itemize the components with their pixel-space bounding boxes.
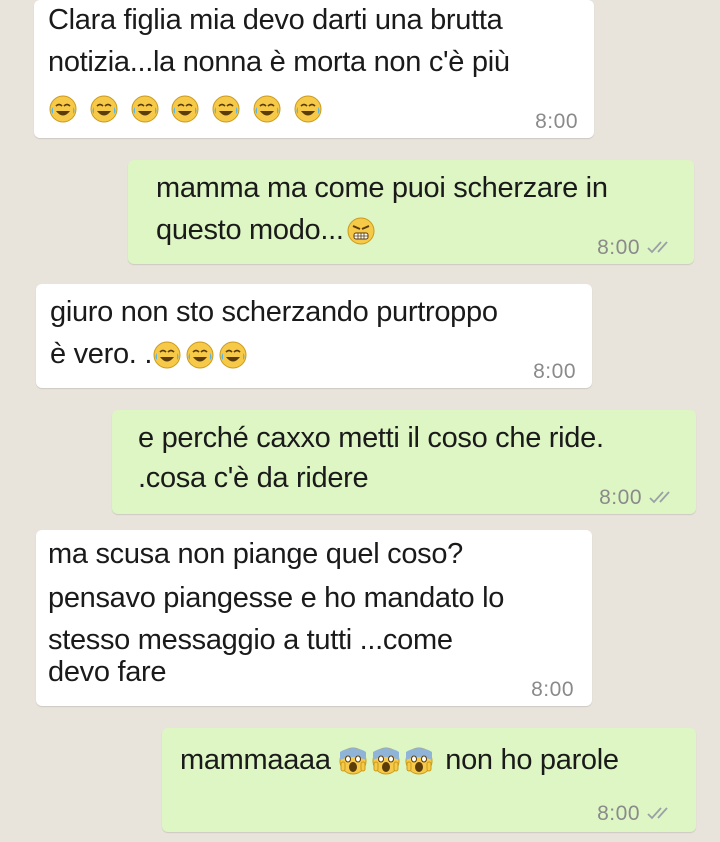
laughing-tears-emoji [185, 340, 215, 370]
laughing-tears-emoji [89, 94, 119, 124]
message-text-line: mamma ma come puoi scherzare in [156, 172, 608, 204]
message-time: 8:00 [597, 236, 640, 259]
message-text-line: devo fare [48, 656, 167, 688]
message-text-line: è vero. . [50, 336, 251, 372]
message-timestamp: 8:00 [535, 110, 578, 133]
screaming-emoji [404, 746, 434, 776]
message-text-line: mammaaaa non ho parole [180, 742, 619, 778]
incoming-message[interactable]: Clara figlia mia devo darti una brutta n… [34, 0, 594, 138]
chat-area: Clara figlia mia devo darti una brutta n… [0, 0, 720, 842]
outgoing-message[interactable]: mamma ma come puoi scherzare in questo m… [128, 160, 694, 264]
double-check-icon [648, 480, 678, 516]
laughing-tears-emoji [130, 94, 160, 124]
double-check-icon [646, 796, 676, 832]
incoming-message[interactable]: giuro non sto scherzando purtroppo è ver… [36, 284, 592, 388]
message-text-line: Clara figlia mia devo darti una brutta [48, 4, 503, 36]
message-text: mammaaaa [180, 744, 331, 776]
outgoing-message[interactable]: e perché caxxo metti il coso che ride. .… [112, 410, 696, 514]
angry-emoji [346, 216, 376, 246]
message-text-line: giuro non sto scherzando purtroppo [50, 296, 498, 328]
laughing-tears-emoji [152, 340, 182, 370]
message-time: 8:00 [597, 802, 640, 825]
laughing-tears-emoji [252, 94, 282, 124]
outgoing-message[interactable]: mammaaaa non ho parole 8:00 [162, 728, 696, 832]
laughing-tears-emoji [211, 94, 241, 124]
message-text-line: questo modo... [156, 212, 379, 248]
double-check-icon [646, 230, 676, 266]
message-timestamp: 8:00 [531, 678, 574, 701]
message-text-line: ma scusa non piange quel coso? [48, 538, 464, 570]
screaming-emoji [371, 746, 401, 776]
laughing-tears-emoji [218, 340, 248, 370]
message-timestamp: 8:00 [599, 480, 678, 516]
laughing-tears-emoji [170, 94, 200, 124]
message-text-line: .cosa c'è da ridere [138, 462, 369, 494]
message-timestamp: 8:00 [533, 360, 576, 383]
message-timestamp: 8:00 [597, 230, 676, 266]
message-time: 8:00 [599, 486, 642, 509]
message-text: non ho parole [445, 744, 619, 776]
message-text-line: notizia...la nonna è morta non c'è più [48, 46, 510, 78]
emoji-row [48, 90, 326, 126]
message-text: è vero. . [50, 338, 153, 370]
message-text-line: pensavo piangesse e ho mandato lo [48, 582, 505, 614]
message-text: questo modo... [156, 214, 344, 246]
laughing-tears-emoji [48, 94, 78, 124]
message-timestamp: 8:00 [597, 796, 676, 832]
laughing-tears-emoji [293, 94, 323, 124]
message-text-line: stesso messaggio a tutti ...come [48, 624, 453, 656]
message-text-line: e perché caxxo metti il coso che ride. [138, 422, 604, 454]
screaming-emoji [338, 746, 368, 776]
incoming-message[interactable]: ma scusa non piange quel coso? pensavo p… [36, 530, 592, 706]
